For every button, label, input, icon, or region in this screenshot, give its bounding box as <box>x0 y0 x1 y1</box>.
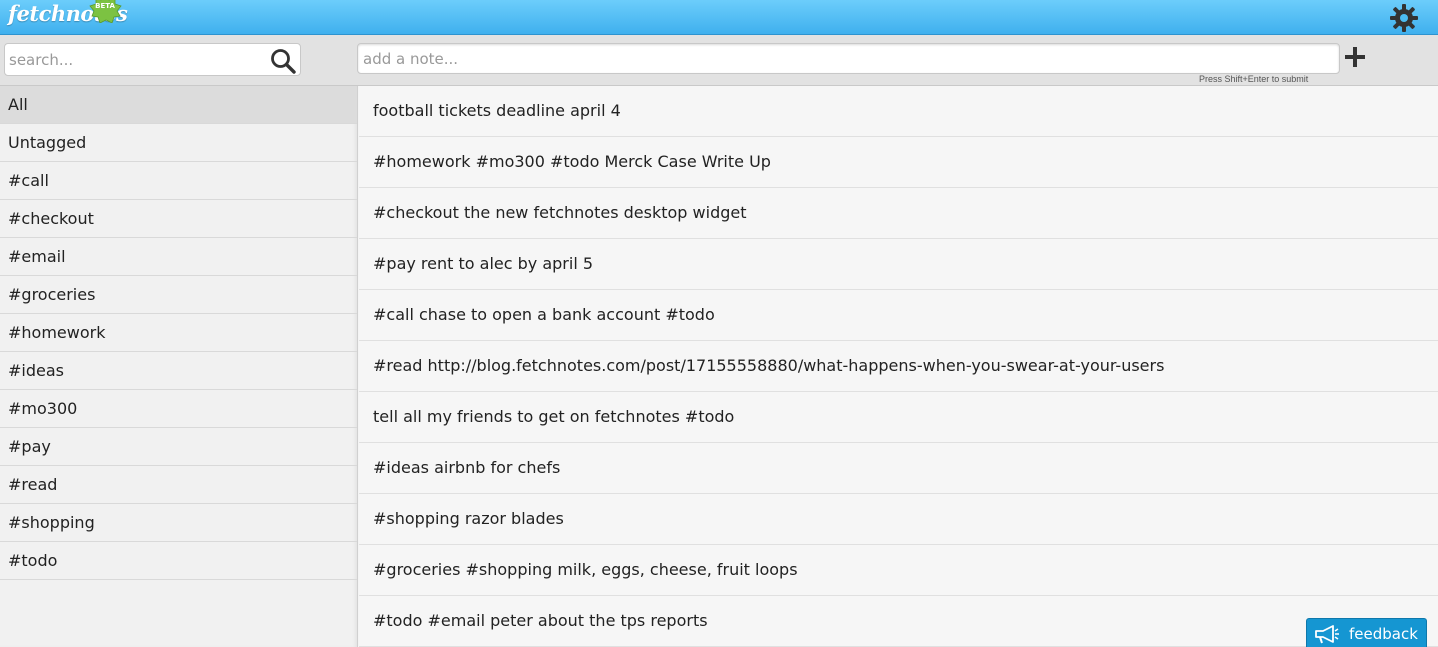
megaphone-icon <box>1315 625 1339 644</box>
sidebar-item-all[interactable]: All <box>0 86 357 124</box>
sidebar-item-todo[interactable]: #todo <box>0 542 357 580</box>
search-box <box>4 43 301 76</box>
feedback-label: feedback <box>1349 625 1418 643</box>
tag-sidebar: All Untagged #call #checkout #email #gro… <box>0 86 358 647</box>
feedback-button[interactable]: feedback <box>1306 618 1427 647</box>
note-item[interactable]: #call chase to open a bank account #todo <box>359 290 1438 341</box>
note-item[interactable]: #homework #mo300 #todo Merck Case Write … <box>359 137 1438 188</box>
sidebar-item-homework[interactable]: #homework <box>0 314 357 352</box>
sidebar-item-read[interactable]: #read <box>0 466 357 504</box>
sidebar-item-pay[interactable]: #pay <box>0 428 357 466</box>
submit-hint: Press Shift+Enter to submit <box>1199 74 1309 84</box>
note-item[interactable]: #ideas airbnb for chefs <box>359 443 1438 494</box>
note-item[interactable]: #checkout the new fetchnotes desktop wid… <box>359 188 1438 239</box>
gear-icon[interactable] <box>1389 3 1419 33</box>
sidebar-item-groceries[interactable]: #groceries <box>0 276 357 314</box>
toolbar: Press Shift+Enter to submit <box>0 35 1438 86</box>
sidebar-item-email[interactable]: #email <box>0 238 357 276</box>
plus-icon[interactable] <box>1343 45 1367 69</box>
search-icon[interactable] <box>270 48 296 74</box>
search-input[interactable] <box>9 49 259 71</box>
note-item[interactable]: football tickets deadline april 4 <box>359 86 1438 137</box>
note-item[interactable]: tell all my friends to get on fetchnotes… <box>359 392 1438 443</box>
note-composer <box>357 43 1340 74</box>
note-item[interactable]: #read http://blog.fetchnotes.com/post/17… <box>359 341 1438 392</box>
sidebar-item-mo300[interactable]: #mo300 <box>0 390 357 428</box>
sidebar-item-checkout[interactable]: #checkout <box>0 200 357 238</box>
beta-badge-label: BETA <box>95 2 115 10</box>
notes-list: football tickets deadline april 4 #homew… <box>359 86 1438 647</box>
note-item[interactable]: #todo #email peter about the tps reports <box>359 596 1438 647</box>
sidebar-item-ideas[interactable]: #ideas <box>0 352 357 390</box>
app-header: fetchnotes BETA <box>0 0 1438 35</box>
add-note-input[interactable] <box>363 48 1323 70</box>
sidebar-item-untagged[interactable]: Untagged <box>0 124 357 162</box>
beta-badge: BETA <box>88 0 122 23</box>
note-item[interactable]: #pay rent to alec by april 5 <box>359 239 1438 290</box>
note-item[interactable]: #shopping razor blades <box>359 494 1438 545</box>
note-item[interactable]: #groceries #shopping milk, eggs, cheese,… <box>359 545 1438 596</box>
sidebar-item-shopping[interactable]: #shopping <box>0 504 357 542</box>
sidebar-item-call[interactable]: #call <box>0 162 357 200</box>
